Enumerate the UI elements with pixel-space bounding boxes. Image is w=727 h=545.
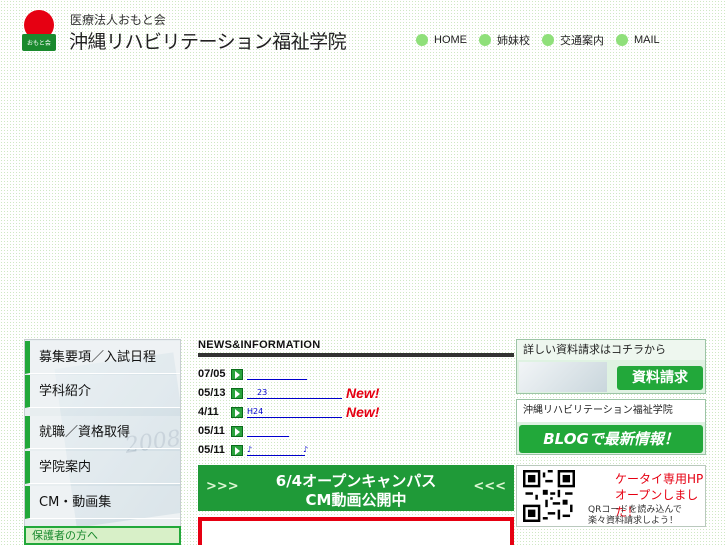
news-date: 4/11	[198, 406, 219, 418]
school-name[interactable]: 沖縄リハビリテーション福祉学院	[69, 27, 347, 54]
side-menu: 2008 募集要項／入試日程 学科紹介 就職／資格取得 学院案内 CM・動画集	[24, 339, 181, 545]
menu-about[interactable]: 学院案内	[25, 451, 180, 484]
news-link[interactable]: H24	[247, 407, 342, 418]
news-title: NEWS&INFORMATION	[198, 339, 321, 351]
menu-careers[interactable]: 就職／資格取得	[25, 416, 180, 449]
arrow-right-icon	[231, 387, 243, 399]
page: おもと会 医療法人おもと会 沖縄リハビリテーション福祉学院 HOME 姉妹校 交…	[0, 0, 727, 545]
news-link[interactable]	[247, 426, 289, 437]
cm-banner-line2: CM動画公開中	[305, 491, 407, 509]
nav-home[interactable]: HOME	[416, 32, 467, 48]
request-text: 詳しい資料請求はコチラから	[517, 340, 705, 360]
arrow-right-icon	[231, 406, 243, 418]
menu-cm-videos-label: CM・動画集	[39, 495, 112, 510]
news-item: 05/11	[198, 422, 514, 440]
news-item: 4/11 H24 New!	[198, 403, 514, 421]
blog-banner[interactable]: 沖縄リハビリテーション福祉学院 BLOGで最新情報！	[516, 399, 706, 455]
parents-banner-label: 保護者の方へ	[32, 529, 98, 542]
nav-access[interactable]: 交通案内	[542, 32, 604, 48]
news-item: 07/05	[198, 365, 514, 383]
news-date: 05/11	[198, 425, 225, 437]
bullet-icon	[542, 34, 554, 46]
document-request-banner[interactable]: 詳しい資料請求はコチラから 資料請求	[516, 339, 706, 394]
menu-admissions[interactable]: 募集要項／入試日程	[25, 341, 180, 374]
nav-access-label: 交通案内	[560, 35, 604, 47]
mobile-text-line1: ケータイ専用HP	[615, 472, 704, 486]
new-badge: New!	[346, 385, 380, 401]
cm-video-banner[interactable]: >>> <<< 6/4オープンキャンパス CM動画公開中	[198, 465, 514, 511]
news-date: 05/13	[198, 387, 226, 399]
logo-text: おもと会	[27, 40, 51, 47]
year-banner-inner	[202, 521, 510, 545]
cm-banner-line1: 6/4オープンキャンパス	[275, 472, 437, 490]
mobile-text-line4: 楽々資料請求しよう！	[588, 516, 679, 526]
blog-school-name: 沖縄リハビリテーション福祉学院	[517, 400, 705, 422]
bullet-icon	[616, 34, 628, 46]
menu-cm-videos[interactable]: CM・動画集	[25, 486, 180, 519]
arrow-right-icon	[231, 368, 243, 380]
menu-departments[interactable]: 学科紹介	[25, 375, 180, 408]
top-nav: HOME 姉妹校 交通案内 MAIL	[416, 32, 672, 48]
nav-sister-school[interactable]: 姉妹校	[479, 32, 530, 48]
news-link[interactable]: ♪ ♪	[247, 445, 308, 456]
school-logo[interactable]: おもと会	[22, 10, 56, 52]
nav-home-label: HOME	[434, 34, 467, 46]
news-divider	[198, 353, 514, 357]
news-link[interactable]: 23	[247, 388, 342, 399]
blog-button[interactable]: BLOGで最新情報！	[519, 425, 703, 453]
arrow-right-icon	[231, 444, 243, 456]
bullet-icon	[416, 34, 428, 46]
menu-departments-label: 学科紹介	[39, 384, 92, 399]
nav-mail-label: MAIL	[634, 34, 660, 46]
year-banner[interactable]	[198, 517, 514, 545]
parents-banner[interactable]: 保護者の方へ	[24, 526, 181, 545]
request-button[interactable]: 資料請求	[617, 366, 703, 390]
nav-sister-school-label: 姉妹校	[497, 35, 530, 47]
menu-careers-label: 就職／資格取得	[39, 425, 131, 440]
news-date: 07/05	[198, 368, 226, 380]
news-link[interactable]	[247, 369, 307, 380]
brochure-thumbnail	[519, 362, 607, 392]
news-date: 05/11	[198, 444, 225, 456]
menu-admissions-label: 募集要項／入試日程	[39, 350, 157, 365]
menu-about-label: 学院案内	[39, 460, 92, 475]
news-section: NEWS&INFORMATION 07/05 05/13 23 New! 4/1…	[198, 339, 514, 459]
mobile-site-banner[interactable]: ケータイ専用HP オープンしました！ QRコードを読み込んで 楽々資料請求しよう…	[516, 465, 706, 527]
arrow-right-icon	[231, 425, 243, 437]
bullet-icon	[479, 34, 491, 46]
org-name: 医療法人おもと会	[70, 13, 166, 27]
news-item: 05/13 23 New!	[198, 384, 514, 402]
new-badge: New!	[346, 404, 380, 420]
news-item: 05/11 ♪ ♪	[198, 441, 514, 459]
nav-mail[interactable]: MAIL	[616, 32, 660, 48]
qr-code-icon	[523, 470, 575, 522]
